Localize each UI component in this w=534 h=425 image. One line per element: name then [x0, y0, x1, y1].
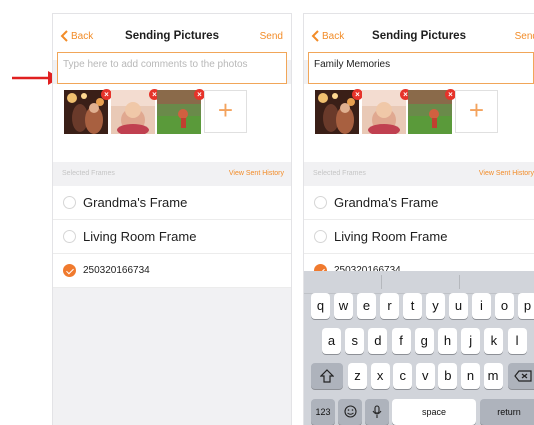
key-m[interactable]: m — [483, 363, 503, 389]
key-d[interactable]: d — [368, 328, 388, 354]
key-x[interactable]: x — [370, 363, 390, 389]
frame-name: Living Room Frame — [334, 229, 448, 244]
key-u[interactable]: u — [449, 293, 468, 319]
backspace-key[interactable] — [508, 363, 534, 389]
frame-row[interactable]: 250320166734 — [53, 254, 291, 288]
section-header: Selected Frames View Sent History — [53, 162, 291, 186]
key-v[interactable]: v — [415, 363, 435, 389]
microphone-key[interactable] — [365, 399, 389, 425]
radio-icon[interactable] — [314, 196, 327, 209]
send-button[interactable]: Send — [515, 31, 534, 42]
photo-strip: × × × + — [304, 84, 534, 162]
key-f[interactable]: f — [391, 328, 411, 354]
return-key[interactable]: return — [480, 399, 534, 425]
page-title: Sending Pictures — [372, 30, 466, 42]
phone-screen-before: Back Sending Pictures Send Type here to … — [53, 14, 291, 425]
key-o[interactable]: o — [495, 293, 514, 319]
frame-row[interactable]: Living Room Frame — [53, 220, 291, 254]
key-s[interactable]: s — [345, 328, 365, 354]
predictive-bar — [304, 271, 534, 294]
frame-name: Grandma's Frame — [334, 195, 439, 210]
key-h[interactable]: h — [438, 328, 457, 354]
section-header: Selected Frames View Sent History — [304, 162, 534, 186]
key-l[interactable]: l — [507, 328, 527, 354]
photo-strip: × × × + — [53, 84, 291, 162]
key-r[interactable]: r — [380, 293, 399, 319]
section-label: Selected Frames — [62, 170, 115, 177]
frame-row[interactable]: Grandma's Frame — [304, 186, 534, 220]
key-q[interactable]: q — [311, 293, 330, 319]
comment-input[interactable]: Type here to add comments to the photos — [57, 52, 287, 84]
frame-name: Living Room Frame — [83, 229, 197, 244]
frame-row[interactable]: Grandma's Frame — [53, 186, 291, 220]
key-b[interactable]: b — [438, 363, 458, 389]
key-e[interactable]: e — [357, 293, 376, 319]
plus-icon: + — [468, 95, 485, 125]
frame-row[interactable]: Living Room Frame — [304, 220, 534, 254]
radio-check-icon[interactable] — [63, 264, 76, 277]
photo-thumbnail[interactable] — [362, 90, 406, 134]
send-button[interactable]: Send — [260, 31, 283, 42]
emoji-icon — [343, 405, 357, 418]
key-w[interactable]: w — [334, 293, 353, 319]
shift-icon — [319, 369, 335, 383]
microphone-icon — [372, 405, 382, 418]
key-n[interactable]: n — [461, 363, 480, 389]
radio-icon[interactable] — [63, 196, 76, 209]
page-title: Sending Pictures — [125, 30, 219, 42]
key-c[interactable]: c — [393, 363, 413, 389]
photo-thumbnail[interactable] — [111, 90, 155, 134]
comment-input[interactable]: Family Memories — [308, 52, 534, 84]
view-history-link[interactable]: View Sent History — [229, 170, 284, 177]
view-history-link[interactable]: View Sent History — [479, 170, 534, 177]
radio-icon[interactable] — [314, 230, 327, 243]
frame-name: 250320166734 — [83, 265, 150, 276]
key-z[interactable]: z — [348, 363, 367, 389]
shift-key[interactable] — [311, 363, 343, 389]
section-label: Selected Frames — [313, 170, 366, 177]
numbers-key[interactable]: 123 — [311, 399, 335, 425]
key-t[interactable]: t — [403, 293, 422, 319]
on-screen-keyboard: 123 space return qwertyuiop asdfghjkl zxcv… — [304, 271, 534, 425]
key-p[interactable]: p — [518, 293, 534, 319]
key-j[interactable]: j — [461, 328, 481, 354]
backspace-icon — [514, 370, 532, 382]
emoji-key[interactable] — [338, 399, 362, 425]
phone-screen-after: Back Sending Pictures Send Family Memori… — [304, 14, 534, 425]
key-k[interactable]: k — [484, 328, 504, 354]
key-i[interactable]: i — [472, 293, 491, 319]
add-photo-button[interactable]: + — [455, 90, 498, 133]
space-key[interactable]: space — [392, 399, 476, 425]
key-a[interactable]: a — [322, 328, 341, 354]
key-g[interactable]: g — [414, 328, 434, 354]
radio-icon[interactable] — [63, 230, 76, 243]
plus-icon: + — [217, 95, 234, 125]
frame-name: Grandma's Frame — [83, 195, 188, 210]
add-photo-button[interactable]: + — [204, 90, 247, 133]
key-y[interactable]: y — [426, 293, 445, 319]
